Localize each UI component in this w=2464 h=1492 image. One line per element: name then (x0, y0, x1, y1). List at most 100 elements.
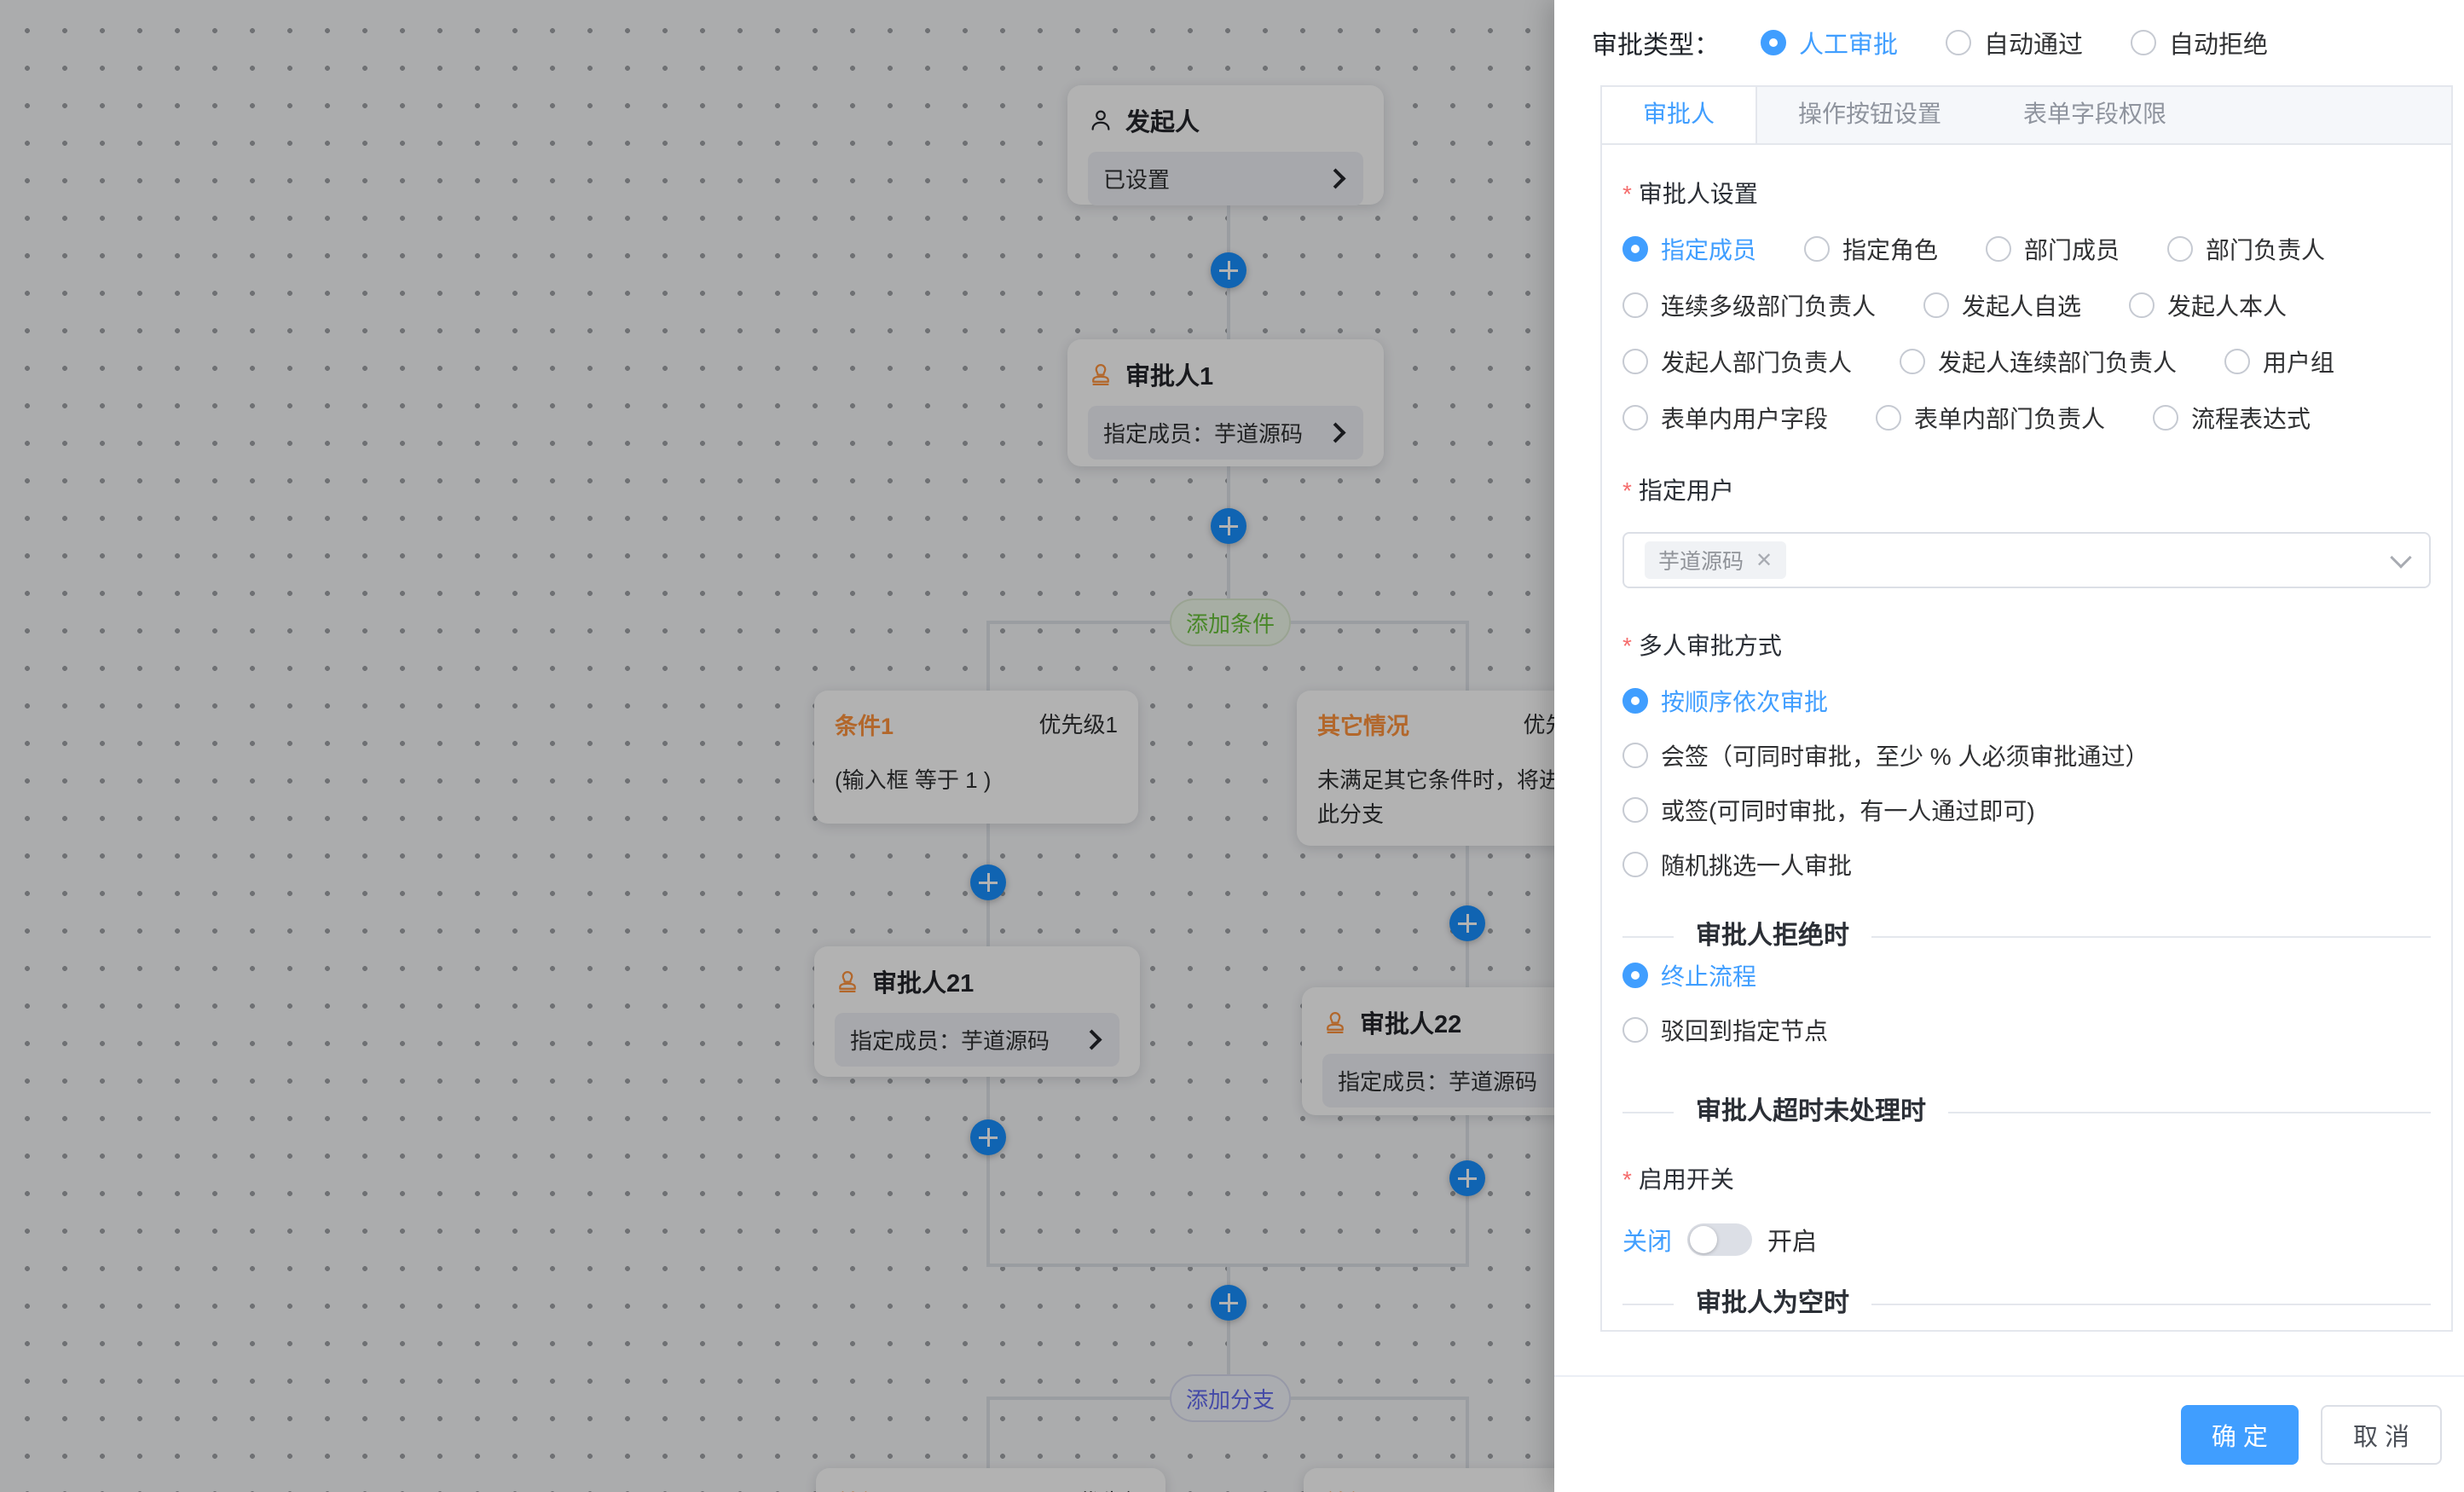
radio-dept-leader[interactable]: 部门负责人 (2167, 232, 2325, 266)
radio-label: 表单内用户字段 (1661, 401, 1828, 435)
timeout-switch-row: 关闭 开启 (1622, 1221, 2431, 1258)
required-asterisk: * (1622, 633, 1632, 659)
radio-initiator-self[interactable]: 发起人本人 (2129, 288, 2287, 322)
radio-countersign[interactable]: 会签（可同时审批，至少 % 人必须审批通过） (1622, 738, 2431, 772)
tab-approver[interactable]: 审批人 (1602, 87, 1757, 143)
empty-section-title: 审批人为空时 (1674, 1287, 1871, 1321)
chevron-down-icon (2390, 546, 2411, 568)
approver-option-row: 连续多级部门负责人 发起人自选 发起人本人 (1622, 288, 2431, 322)
user-tag-label: 芋道源码 (1658, 545, 1744, 575)
radio-initiator-choose[interactable]: 发起人自选 (1923, 288, 2081, 322)
radio-label: 或签(可同时审批，有一人通过即可) (1661, 793, 2035, 827)
radio-dot-icon (1622, 349, 1648, 374)
switch-on-label: 开启 (1767, 1222, 1817, 1258)
radio-dot-icon (1622, 236, 1648, 262)
tabs-header: 审批人 操作按钮设置 表单字段权限 (1602, 87, 2451, 145)
radio-label: 发起人自选 (1962, 288, 2081, 322)
approval-type-row: 审批类型： 人工审批 自动通过 自动拒绝 (1554, 0, 2464, 61)
radio-label: 自动通过 (1984, 25, 2083, 61)
tab-form-field-permissions[interactable]: 表单字段权限 (1982, 87, 2207, 143)
radio-dot-icon (1900, 349, 1925, 374)
cancel-button[interactable]: 取 消 (2321, 1405, 2442, 1465)
settings-tabs-card: 审批人 操作按钮设置 表单字段权限 *审批人设置 指定成员 指定角色 部门成员 … (1600, 85, 2453, 1332)
radio-label: 流程表达式 (2191, 401, 2311, 435)
multi-approve-label: *多人审批方式 (1622, 627, 2431, 662)
timeout-section-divider: 审批人超时未处理时 (1622, 1112, 2431, 1113)
radio-dot-icon (1622, 852, 1648, 877)
approver-settings-drawer: 审批类型： 人工审批 自动通过 自动拒绝 审批人 操作按钮设置 表单字段权限 (1554, 0, 2464, 1492)
assigned-user-label: *指定用户 (1622, 472, 2431, 506)
radio-initiator-dept-leader[interactable]: 发起人部门负责人 (1622, 344, 1852, 379)
radio-dot-icon (2129, 292, 2155, 318)
enable-switch-label: *启用开关 (1622, 1161, 2431, 1195)
approver-option-row: 指定成员 指定角色 部门成员 部门负责人 (1622, 232, 2431, 266)
radio-random-one[interactable]: 随机挑选一人审批 (1622, 847, 2431, 882)
multi-approve-options: 按顺序依次审批 会签（可同时审批，至少 % 人必须审批通过） 或签(可同时审批，… (1622, 684, 2431, 882)
radio-dot-icon (1804, 236, 1830, 262)
switch-off-label: 关闭 (1622, 1222, 1672, 1258)
reject-options: 终止流程 驳回到指定节点 (1622, 958, 2431, 1047)
drawer-footer: 确 定 取 消 (1554, 1375, 2464, 1492)
radio-terminate-process[interactable]: 终止流程 (1622, 958, 2431, 992)
radio-specified-member[interactable]: 指定成员 (1622, 232, 1756, 266)
timeout-section-title: 审批人超时未处理时 (1674, 1095, 1948, 1129)
radio-label: 发起人连续部门负责人 (1938, 344, 2177, 379)
timeout-toggle[interactable] (1687, 1223, 1752, 1256)
radio-dot-icon (1622, 1017, 1648, 1043)
radio-dot-icon (2153, 405, 2178, 431)
radio-user-group[interactable]: 用户组 (2224, 344, 2334, 379)
radio-label: 发起人部门负责人 (1661, 344, 1852, 379)
radio-dot-icon (1622, 797, 1648, 823)
radio-multi-level-dept-leader[interactable]: 连续多级部门负责人 (1622, 288, 1876, 322)
radio-form-user-field[interactable]: 表单内用户字段 (1622, 401, 1828, 435)
radio-orsign[interactable]: 或签(可同时审批，有一人通过即可) (1622, 793, 2431, 827)
radio-dot-icon (1946, 30, 1971, 55)
radio-label: 终止流程 (1661, 958, 1756, 992)
approver-setting-label: *审批人设置 (1622, 176, 2431, 210)
tag-remove-icon[interactable]: ✕ (1755, 548, 1773, 573)
required-asterisk: * (1622, 1166, 1632, 1193)
radio-dot-icon (2131, 30, 2156, 55)
approver-option-row: 发起人部门负责人 发起人连续部门负责人 用户组 (1622, 344, 2431, 379)
radio-label: 自动拒绝 (2169, 25, 2268, 61)
radio-auto-reject[interactable]: 自动拒绝 (2131, 25, 2268, 61)
empty-section-divider: 审批人为空时 (1622, 1304, 2431, 1305)
radio-label: 用户组 (2263, 344, 2334, 379)
radio-label: 人工审批 (1799, 25, 1898, 61)
assigned-user-select[interactable]: 芋道源码 ✕ (1622, 532, 2431, 588)
radio-dot-icon (1622, 688, 1648, 714)
radio-dot-icon (1876, 405, 1901, 431)
approval-type-label: 审批类型： (1592, 24, 1720, 61)
approver-option-row: 表单内用户字段 表单内部门负责人 流程表达式 (1622, 401, 2431, 435)
radio-dot-icon (1622, 405, 1648, 431)
radio-label: 会签（可同时审批，至少 % 人必须审批通过） (1661, 738, 2149, 772)
radio-label: 随机挑选一人审批 (1661, 847, 1852, 882)
radio-process-expression[interactable]: 流程表达式 (2153, 401, 2311, 435)
radio-dot-icon (1986, 236, 2011, 262)
radio-specified-role[interactable]: 指定角色 (1804, 232, 1938, 266)
radio-dot-icon (2224, 349, 2250, 374)
radio-dept-member[interactable]: 部门成员 (1986, 232, 2120, 266)
confirm-button[interactable]: 确 定 (2181, 1405, 2299, 1465)
radio-auto-approve[interactable]: 自动通过 (1946, 25, 2083, 61)
radio-label: 连续多级部门负责人 (1661, 288, 1876, 322)
flow-designer-screen: 发起人 已设置 审批人1 指定成员：芋道源码 添加条件 (0, 0, 2464, 1492)
radio-label: 部门负责人 (2206, 232, 2325, 266)
radio-dot-icon (1622, 963, 1648, 988)
radio-return-to-node[interactable]: 驳回到指定节点 (1622, 1013, 2431, 1047)
radio-initiator-multi-dept-leader[interactable]: 发起人连续部门负责人 (1900, 344, 2177, 379)
radio-form-dept-leader[interactable]: 表单内部门负责人 (1876, 401, 2105, 435)
reject-section-divider: 审批人拒绝时 (1622, 936, 2431, 938)
tab-action-buttons[interactable]: 操作按钮设置 (1757, 87, 1982, 143)
radio-label: 指定角色 (1842, 232, 1938, 266)
required-asterisk: * (1622, 181, 1632, 207)
radio-dot-icon (1622, 743, 1648, 768)
radio-sequential-approval[interactable]: 按顺序依次审批 (1622, 684, 2431, 718)
radio-label: 按顺序依次审批 (1661, 684, 1828, 718)
radio-label: 表单内部门负责人 (1914, 401, 2105, 435)
radio-manual-approval[interactable]: 人工审批 (1761, 25, 1898, 61)
radio-label: 部门成员 (2024, 232, 2120, 266)
reject-section-title: 审批人拒绝时 (1674, 919, 1871, 953)
user-tag: 芋道源码 ✕ (1645, 541, 1786, 579)
approver-tab-pane: *审批人设置 指定成员 指定角色 部门成员 部门负责人 连续多级部门负责人 发起… (1602, 145, 2451, 1332)
